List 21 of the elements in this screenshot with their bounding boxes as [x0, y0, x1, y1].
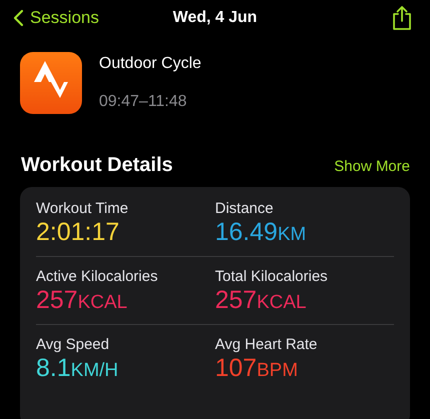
app-logo-icon [20, 52, 82, 114]
back-chevron-icon [13, 9, 24, 27]
back-link[interactable]: Sessions [13, 8, 99, 28]
metric-value: 257KCAL [36, 285, 128, 316]
metric-value: 107BPM [215, 353, 299, 384]
metric-label: Total Kilocalories [215, 268, 329, 285]
workout-name: Outdoor Cycle [99, 55, 202, 73]
metric-label: Avg Speed [36, 336, 110, 353]
metric-label: Distance [215, 200, 274, 217]
metric-value: 8.1KM/H [36, 353, 120, 384]
section-title: Workout Details [21, 154, 173, 177]
workout-time-range: 09:47–11:48 [99, 93, 188, 111]
metric-label: Avg Heart Rate [215, 336, 318, 353]
metric-label: Active Kilocalories [36, 268, 159, 285]
metric-value: 16.49KM [215, 217, 308, 248]
metric-value: 2:01:17 [36, 217, 120, 247]
show-more-link[interactable]: Show More [334, 158, 410, 175]
share-icon[interactable] [392, 5, 412, 31]
nav-title: Wed, 4 Jun [172, 9, 258, 27]
metric-label: Workout Time [36, 200, 130, 217]
metric-value: 257KCAL [215, 285, 308, 316]
